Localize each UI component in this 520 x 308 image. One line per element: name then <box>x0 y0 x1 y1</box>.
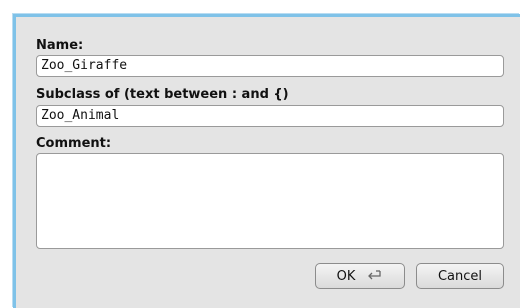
name-label: Name: <box>36 38 84 53</box>
cancel-button[interactable]: Cancel <box>416 263 504 289</box>
screen: Name: Zoo_Giraffe Subclass of (text betw… <box>0 0 520 308</box>
ok-button[interactable]: OK <box>315 263 405 289</box>
subclass-field[interactable]: Zoo_Animal <box>36 105 504 127</box>
cancel-button-label: Cancel <box>437 268 483 284</box>
comment-field[interactable] <box>36 153 504 249</box>
class-properties-dialog: Name: Zoo_Giraffe Subclass of (text betw… <box>13 14 520 308</box>
subclass-label: Subclass of (text between : and {) <box>36 87 289 102</box>
enter-icon <box>365 270 383 282</box>
name-field[interactable]: Zoo_Giraffe <box>36 55 504 77</box>
ok-button-label: OK <box>336 268 356 284</box>
comment-label: Comment: <box>36 136 112 151</box>
